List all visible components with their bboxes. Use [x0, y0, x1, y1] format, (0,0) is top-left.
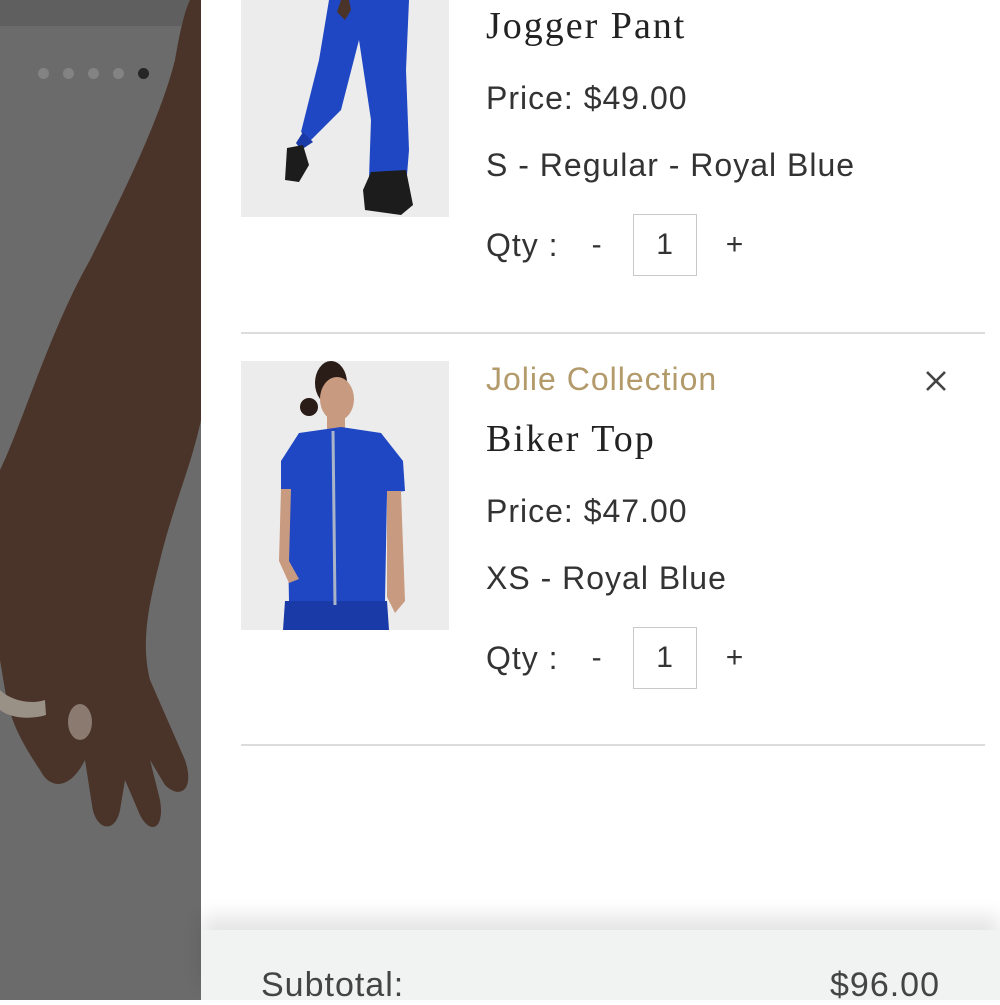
carousel-dots [38, 68, 149, 79]
cart-item: Jolie Collection Biker Top Price: $47.00… [241, 361, 985, 746]
product-price: Price: $47.00 [486, 493, 688, 529]
quantity-stepper: Qty : - 1 + [486, 625, 755, 691]
remove-item-button[interactable] [916, 361, 956, 401]
qty-increase-button[interactable]: + [715, 641, 755, 675]
subtotal-label: Subtotal: [261, 966, 405, 1004]
carousel-dot[interactable] [63, 68, 74, 79]
close-icon [926, 371, 946, 391]
qty-decrease-button[interactable]: - [577, 641, 617, 675]
product-image-biker-top[interactable] [241, 361, 449, 630]
qty-input[interactable]: 1 [632, 627, 697, 689]
model-arm-image [0, 0, 201, 827]
qty-value: 1 [656, 641, 673, 674]
product-variant: S - Regular - Royal Blue [486, 147, 856, 183]
qty-decrease-button[interactable]: - [577, 228, 617, 262]
cart-drawer: Jogger Pant Price: $49.00 S - Regular - … [201, 0, 1000, 1000]
cart-item: Jogger Pant Price: $49.00 S - Regular - … [241, 0, 985, 334]
background-overlay[interactable] [0, 0, 201, 1000]
quantity-stepper: Qty : - 1 + [486, 212, 755, 278]
qty-input[interactable]: 1 [632, 214, 697, 276]
cart-footer: Subtotal: $96.00 [201, 930, 1000, 1004]
product-name[interactable]: Biker Top [486, 417, 656, 461]
qty-label: Qty : [486, 226, 559, 263]
product-price: Price: $49.00 [486, 80, 688, 116]
product-brand: Jolie Collection [486, 361, 718, 397]
carousel-dot[interactable] [113, 68, 124, 79]
carousel-dot[interactable] [38, 68, 49, 79]
item-divider [241, 744, 985, 746]
carousel-dot[interactable] [88, 68, 99, 79]
product-name[interactable]: Jogger Pant [486, 4, 686, 48]
subtotal-value: $96.00 [830, 966, 940, 1004]
product-variant: XS - Royal Blue [486, 560, 727, 596]
item-divider [241, 332, 985, 334]
qty-value: 1 [656, 228, 673, 261]
qty-increase-button[interactable]: + [715, 228, 755, 262]
carousel-dot-active[interactable] [138, 68, 149, 79]
product-image-jogger-pant[interactable] [241, 0, 449, 217]
qty-label: Qty : [486, 639, 559, 676]
